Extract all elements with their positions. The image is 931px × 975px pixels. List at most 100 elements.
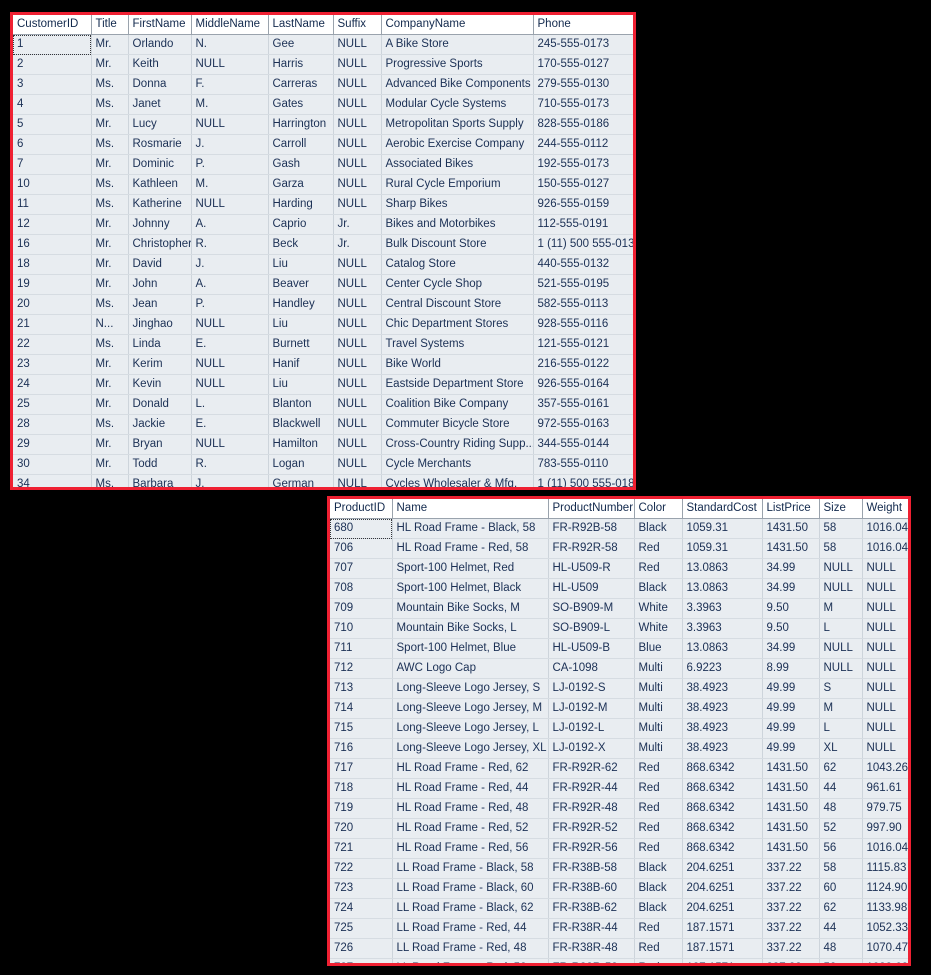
product-cell-productid[interactable]: 718: [330, 778, 393, 799]
customer-cell-title[interactable]: Mr.: [91, 394, 129, 415]
customer-cell-lastname[interactable]: Liu: [268, 254, 334, 275]
customer-cell-firstname[interactable]: Christopher: [128, 234, 192, 255]
customer-table-row[interactable]: 22 Ms. Linda E. Burnett NULL Travel Systems 121…: [13, 334, 633, 355]
product-table-row[interactable]: 719 HL Road Frame - Red, 48 FR-R92R-48 Red 8…: [330, 798, 908, 819]
customer-cell-suffix[interactable]: NULL: [333, 354, 382, 375]
product-cell-color[interactable]: Black: [634, 898, 683, 919]
customer-cell-suffix[interactable]: NULL: [333, 394, 382, 415]
product-cell-productnumber[interactable]: FR-R92R-62: [548, 758, 635, 779]
product-cell-listprice[interactable]: 337.22: [762, 918, 820, 939]
product-cell-standardcost[interactable]: 13.0863: [682, 558, 763, 579]
product-column-header-color[interactable]: Color: [634, 499, 683, 519]
product-cell-productid[interactable]: 707: [330, 558, 393, 579]
customer-table-row[interactable]: 10 Ms. Kathleen M. Garza NULL Rural Cycle Empo…: [13, 174, 633, 195]
customer-cell-suffix[interactable]: NULL: [333, 374, 382, 395]
customer-cell-suffix[interactable]: NULL: [333, 294, 382, 315]
product-cell-productnumber[interactable]: FR-R38R-52: [548, 958, 635, 963]
product-cell-productid[interactable]: 721: [330, 838, 393, 859]
customer-cell-customerid[interactable]: 24: [13, 374, 92, 395]
product-cell-listprice[interactable]: 34.99: [762, 578, 820, 599]
product-cell-listprice[interactable]: 8.99: [762, 658, 820, 679]
customer-cell-phone[interactable]: 926-555-0164: [533, 374, 633, 395]
product-cell-size[interactable]: 62: [819, 898, 863, 919]
customer-cell-firstname[interactable]: David: [128, 254, 192, 275]
product-cell-productnumber[interactable]: FR-R38B-62: [548, 898, 635, 919]
customer-cell-middlename[interactable]: M.: [191, 174, 269, 195]
customer-cell-middlename[interactable]: J.: [191, 254, 269, 275]
customer-cell-firstname[interactable]: Lucy: [128, 114, 192, 135]
product-cell-color[interactable]: Black: [634, 518, 683, 539]
customer-cell-lastname[interactable]: Harding: [268, 194, 334, 215]
customer-cell-customerid[interactable]: 10: [13, 174, 92, 195]
customer-cell-middlename[interactable]: M.: [191, 94, 269, 115]
customer-cell-title[interactable]: Mr.: [91, 214, 129, 235]
product-cell-standardcost[interactable]: 3.3963: [682, 618, 763, 639]
product-cell-weight[interactable]: NULL: [862, 618, 908, 639]
product-cell-productnumber[interactable]: LJ-0192-L: [548, 718, 635, 739]
product-table-row[interactable]: 718 HL Road Frame - Red, 44 FR-R92R-44 Red 8…: [330, 778, 908, 799]
customer-cell-companyname[interactable]: Travel Systems: [381, 334, 534, 355]
product-cell-productnumber[interactable]: SO-B909-L: [548, 618, 635, 639]
product-cell-standardcost[interactable]: 868.6342: [682, 778, 763, 799]
customer-cell-phone[interactable]: 357-555-0161: [533, 394, 633, 415]
customer-cell-customerid[interactable]: 18: [13, 254, 92, 275]
customer-table-row[interactable]: 30 Mr. Todd R. Logan NULL Cycle Merchants 783-5…: [13, 454, 633, 475]
customer-cell-firstname[interactable]: Linda: [128, 334, 192, 355]
customer-cell-phone[interactable]: 440-555-0132: [533, 254, 633, 275]
product-table-row[interactable]: 712 AWC Logo Cap CA-1098 Multi 6.9223 8.99 NUL…: [330, 658, 908, 679]
product-cell-listprice[interactable]: 9.50: [762, 618, 820, 639]
customer-cell-title[interactable]: Mr.: [91, 274, 129, 295]
product-table-row[interactable]: 709 Mountain Bike Socks, M SO-B909-M White 3…: [330, 598, 908, 619]
product-cell-standardcost[interactable]: 868.6342: [682, 798, 763, 819]
customer-cell-suffix[interactable]: NULL: [333, 434, 382, 455]
customer-cell-firstname[interactable]: Kathleen: [128, 174, 192, 195]
product-table-row[interactable]: 711 Sport-100 Helmet, Blue HL-U509-B Blue 13…: [330, 638, 908, 659]
customer-column-header-suffix[interactable]: Suffix: [333, 15, 382, 35]
product-table-row[interactable]: 717 HL Road Frame - Red, 62 FR-R92R-62 Red 8…: [330, 758, 908, 779]
product-cell-productid[interactable]: 720: [330, 818, 393, 839]
customer-cell-middlename[interactable]: L.: [191, 394, 269, 415]
customer-table-row[interactable]: 20 Ms. Jean P. Handley NULL Central Discount S…: [13, 294, 633, 315]
customer-cell-title[interactable]: Mr.: [91, 254, 129, 275]
customer-cell-middlename[interactable]: P.: [191, 154, 269, 175]
product-table-row[interactable]: 716 Long-Sleeve Logo Jersey, XL LJ-0192-X M…: [330, 738, 908, 759]
product-cell-productnumber[interactable]: LJ-0192-S: [548, 678, 635, 699]
product-cell-productnumber[interactable]: FR-R38B-60: [548, 878, 635, 899]
product-cell-name[interactable]: Sport-100 Helmet, Red: [392, 558, 549, 579]
product-results-table[interactable]: ProductID Name ProductNumber Color StandardC…: [330, 499, 908, 963]
product-table-row[interactable]: 725 LL Road Frame - Red, 44 FR-R38R-44 Red 1…: [330, 918, 908, 939]
product-cell-weight[interactable]: 1016.04: [862, 838, 908, 859]
product-cell-productnumber[interactable]: SO-B909-M: [548, 598, 635, 619]
product-cell-weight[interactable]: 961.61: [862, 778, 908, 799]
customer-cell-lastname[interactable]: Gash: [268, 154, 334, 175]
product-cell-size[interactable]: L: [819, 618, 863, 639]
product-cell-standardcost[interactable]: 6.9223: [682, 658, 763, 679]
product-cell-color[interactable]: Multi: [634, 698, 683, 719]
product-cell-name[interactable]: HL Road Frame - Black, 58: [392, 518, 549, 539]
customer-cell-title[interactable]: Mr.: [91, 234, 129, 255]
customer-table-row[interactable]: 5 Mr. Lucy NULL Harrington NULL Metropolitan S…: [13, 114, 633, 135]
customer-cell-suffix[interactable]: NULL: [333, 54, 382, 75]
product-cell-standardcost[interactable]: 1059.31: [682, 518, 763, 539]
product-table-row[interactable]: 722 LL Road Frame - Black, 58 FR-R38B-58 Bl…: [330, 858, 908, 879]
customer-cell-companyname[interactable]: Aerobic Exercise Company: [381, 134, 534, 155]
customer-cell-phone[interactable]: 279-555-0130: [533, 74, 633, 95]
product-cell-name[interactable]: HL Road Frame - Red, 56: [392, 838, 549, 859]
customer-cell-title[interactable]: Ms.: [91, 174, 129, 195]
product-cell-name[interactable]: Long-Sleeve Logo Jersey, L: [392, 718, 549, 739]
customer-cell-lastname[interactable]: Hanif: [268, 354, 334, 375]
customer-cell-lastname[interactable]: Liu: [268, 314, 334, 335]
product-table-row[interactable]: 720 HL Road Frame - Red, 52 FR-R92R-52 Red 8…: [330, 818, 908, 839]
customer-results-grid-container[interactable]: CustomerID Title FirstName MiddleName LastNa…: [10, 12, 636, 490]
product-cell-productnumber[interactable]: LJ-0192-X: [548, 738, 635, 759]
product-cell-weight[interactable]: NULL: [862, 598, 908, 619]
customer-cell-lastname[interactable]: Burnett: [268, 334, 334, 355]
customer-table-row[interactable]: 19 Mr. John A. Beaver NULL Center Cycle Shop 52…: [13, 274, 633, 295]
product-cell-productid[interactable]: 723: [330, 878, 393, 899]
customer-cell-phone[interactable]: 1 (11) 500 555-0132: [533, 234, 633, 255]
product-cell-name[interactable]: HL Road Frame - Red, 58: [392, 538, 549, 559]
product-cell-size[interactable]: NULL: [819, 558, 863, 579]
customer-column-header-title[interactable]: Title: [91, 15, 129, 35]
product-cell-weight[interactable]: 1115.83: [862, 858, 908, 879]
product-cell-weight[interactable]: 1016.04: [862, 538, 908, 559]
